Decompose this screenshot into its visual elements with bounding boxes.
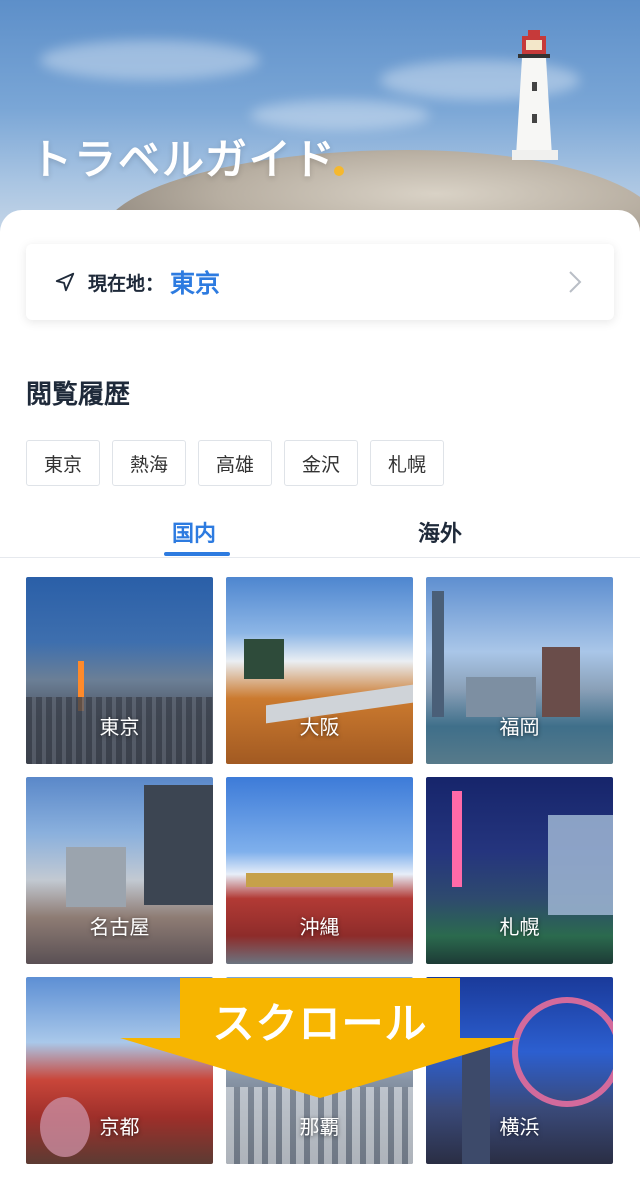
history-chip[interactable]: 東京 <box>26 440 100 486</box>
chevron-right-icon <box>569 271 582 293</box>
history-title: 閲覧履歴 <box>26 380 131 410</box>
city-label: 東京 <box>99 715 140 739</box>
location-arrow-icon <box>55 272 75 292</box>
history-list: 東京 熱海 高雄 金沢 札幌 <box>26 440 444 486</box>
city-label: 大阪 <box>299 715 340 739</box>
city-tile-okinawa[interactable]: 沖縄 <box>226 777 413 964</box>
history-chip[interactable]: 熱海 <box>112 440 186 486</box>
city-tile-nagoya[interactable]: 名古屋 <box>26 777 213 964</box>
tab-domestic[interactable]: 国内 <box>172 516 216 548</box>
scroll-hint-text: スクロール <box>212 999 428 1048</box>
lighthouse-image <box>512 30 558 160</box>
city-label: 名古屋 <box>89 915 150 939</box>
history-chip[interactable]: 金沢 <box>284 440 358 486</box>
current-location-card[interactable]: 現在地： 東京 <box>26 244 614 320</box>
city-label: 横浜 <box>499 1115 540 1139</box>
title-dot <box>334 166 344 176</box>
city-label: 福岡 <box>499 715 540 739</box>
city-label: 沖縄 <box>299 915 340 939</box>
city-tile-tokyo[interactable]: 東京 <box>26 577 213 764</box>
city-label: 京都 <box>99 1115 140 1139</box>
hero-banner: トラベルガイド <box>0 0 640 240</box>
region-tabs: 国内 海外 <box>0 510 640 558</box>
city-tile-osaka[interactable]: 大阪 <box>226 577 413 764</box>
location-label: 現在地： <box>88 272 165 295</box>
history-chip[interactable]: 札幌 <box>370 440 444 486</box>
history-chip[interactable]: 高雄 <box>198 440 272 486</box>
city-label: 札幌 <box>499 915 540 939</box>
page-title: トラベルガイド <box>30 135 337 184</box>
city-tile-fukuoka[interactable]: 福岡 <box>426 577 613 764</box>
city-tile-sapporo[interactable]: 札幌 <box>426 777 613 964</box>
city-label: 那覇 <box>299 1115 340 1139</box>
location-value: 東京 <box>170 269 221 298</box>
tab-overseas[interactable]: 海外 <box>418 516 462 548</box>
active-tab-indicator <box>164 552 230 556</box>
